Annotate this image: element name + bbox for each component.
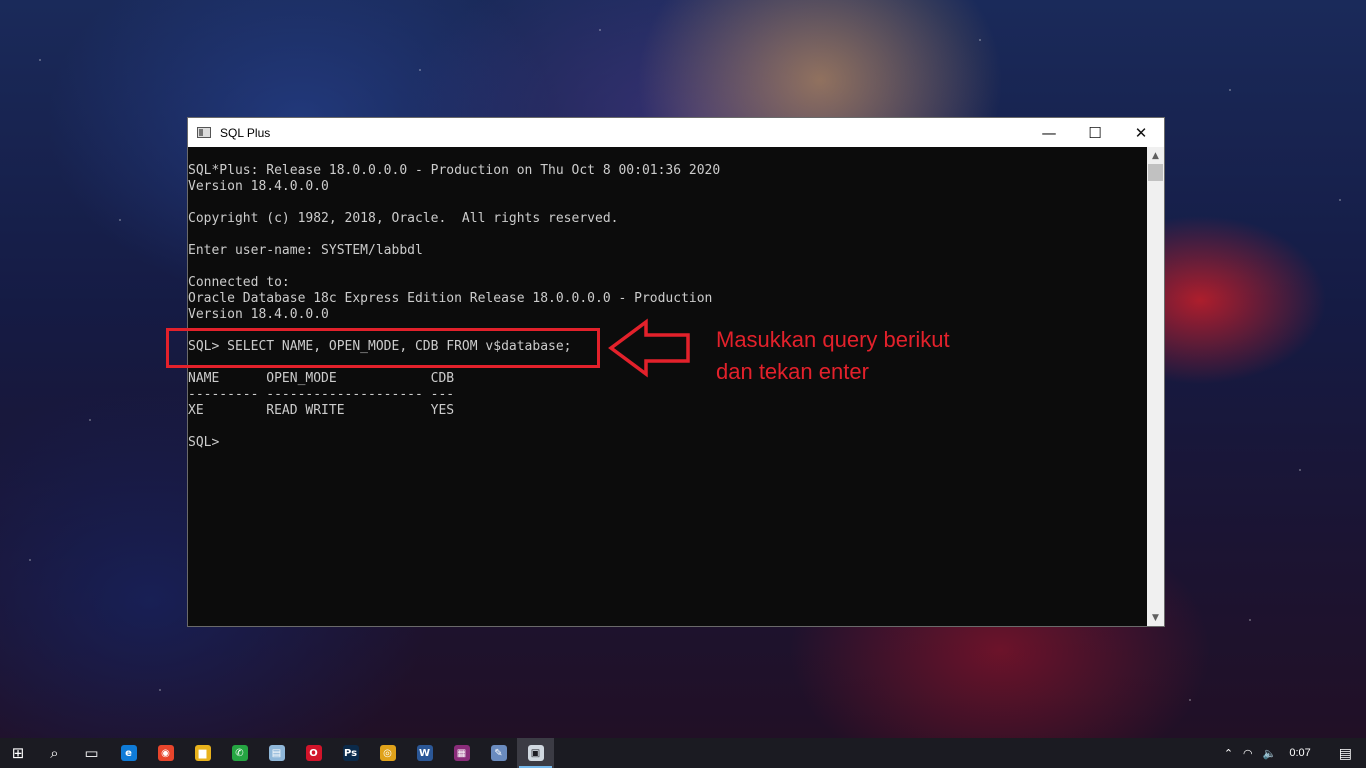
show-hidden-icons-icon[interactable]: ⌃	[1219, 738, 1238, 768]
task-view-icon: ▭	[84, 744, 99, 762]
console-line: Copyright (c) 1982, 2018, Oracle. All ri…	[188, 211, 619, 226]
maximize-button[interactable]: ☐	[1072, 118, 1118, 147]
console-line: SQL>	[188, 435, 220, 450]
annotation-line-2: dan tekan enter	[716, 359, 869, 384]
console-line: --------- -------------------- ---	[188, 387, 455, 402]
instruction-annotation: Masukkan query berikut dan tekan enter	[716, 324, 950, 388]
annotation-line-1: Masukkan query berikut	[716, 327, 950, 352]
system-tray: ⌃ ◠ 🔈 0:07 ▤	[1219, 738, 1366, 768]
query-highlight-box	[166, 328, 600, 368]
console-line: XE READ WRITE YES	[188, 403, 455, 418]
taskbar-item-whatsapp[interactable]: ✆	[221, 738, 258, 768]
word-icon: W	[416, 745, 433, 761]
search-icon: ⌕	[50, 744, 59, 762]
photoshop-icon: Ps	[342, 745, 359, 761]
scroll-thumb[interactable]	[1148, 164, 1163, 181]
snipping-icon: ◉	[157, 745, 174, 761]
taskbar-item-windows-start[interactable]: ⊞	[0, 738, 36, 768]
vertical-scrollbar[interactable]: ▲ ▼	[1147, 147, 1164, 626]
console-line: Oracle Database 18c Express Edition Rele…	[188, 291, 713, 306]
taskbar-item-winrar[interactable]: ▦	[443, 738, 480, 768]
taskbar-item-chrome[interactable]: ◎	[369, 738, 406, 768]
taskbar-item-word[interactable]: W	[406, 738, 443, 768]
window-controls: — ☐ ✕	[1026, 118, 1164, 147]
paint-icon: ✎	[490, 745, 507, 761]
close-button[interactable]: ✕	[1118, 118, 1164, 147]
opera-icon: O	[305, 745, 322, 761]
taskbar-item-search[interactable]: ⌕	[36, 738, 73, 768]
taskbar-item-task-view[interactable]: ▭	[73, 738, 110, 768]
taskbar-item-edge[interactable]: e	[110, 738, 147, 768]
scroll-up-arrow-icon[interactable]: ▲	[1147, 147, 1164, 164]
file-explorer-icon: ▆	[194, 745, 211, 761]
windows-start-icon: ⊞	[11, 744, 25, 762]
taskbar-item-opera[interactable]: O	[295, 738, 332, 768]
console-output[interactable]: SQL*Plus: Release 18.0.0.0.0 - Productio…	[188, 147, 1148, 626]
console-line: Version 18.4.0.0.0	[188, 179, 329, 194]
taskbar-item-sqlplus[interactable]: ▣	[517, 738, 554, 768]
whatsapp-icon: ✆	[231, 745, 248, 761]
edge-icon: e	[120, 745, 137, 761]
taskbar-item-notepad[interactable]: ▤	[258, 738, 295, 768]
console-line: Connected to:	[188, 275, 290, 290]
taskbar: ⊞ ⌕ ▭ e ◉ ▆ ✆ ▤ O Ps ◎ W ▦ ✎ ▣ ⌃ ◠ 🔈 0:07 ▤	[0, 738, 1366, 768]
taskbar-item-paint[interactable]: ✎	[480, 738, 517, 768]
left-arrow-icon	[608, 318, 690, 378]
minimize-button[interactable]: —	[1026, 118, 1072, 147]
clock[interactable]: 0:07	[1281, 738, 1324, 768]
title-bar[interactable]: SQL Plus — ☐ ✕	[188, 118, 1164, 147]
taskbar-item-file-explorer[interactable]: ▆	[184, 738, 221, 768]
notifications-icon[interactable]: ▤	[1325, 738, 1366, 768]
console-line: SQL*Plus: Release 18.0.0.0.0 - Productio…	[188, 163, 721, 178]
sqlplus-icon: ▣	[527, 745, 544, 761]
window-title: SQL Plus	[220, 125, 271, 140]
scroll-down-arrow-icon[interactable]: ▼	[1147, 609, 1164, 626]
taskbar-item-photoshop[interactable]: Ps	[332, 738, 369, 768]
winrar-icon: ▦	[453, 745, 470, 761]
volume-icon[interactable]: 🔈	[1258, 738, 1282, 768]
notepad-icon: ▤	[268, 745, 285, 761]
taskbar-item-snipping[interactable]: ◉	[147, 738, 184, 768]
console-line: Enter user-name: SYSTEM/labbdl	[188, 243, 423, 258]
console-app-icon[interactable]	[197, 127, 211, 138]
chrome-icon: ◎	[379, 745, 396, 761]
wifi-icon[interactable]: ◠	[1238, 738, 1258, 768]
